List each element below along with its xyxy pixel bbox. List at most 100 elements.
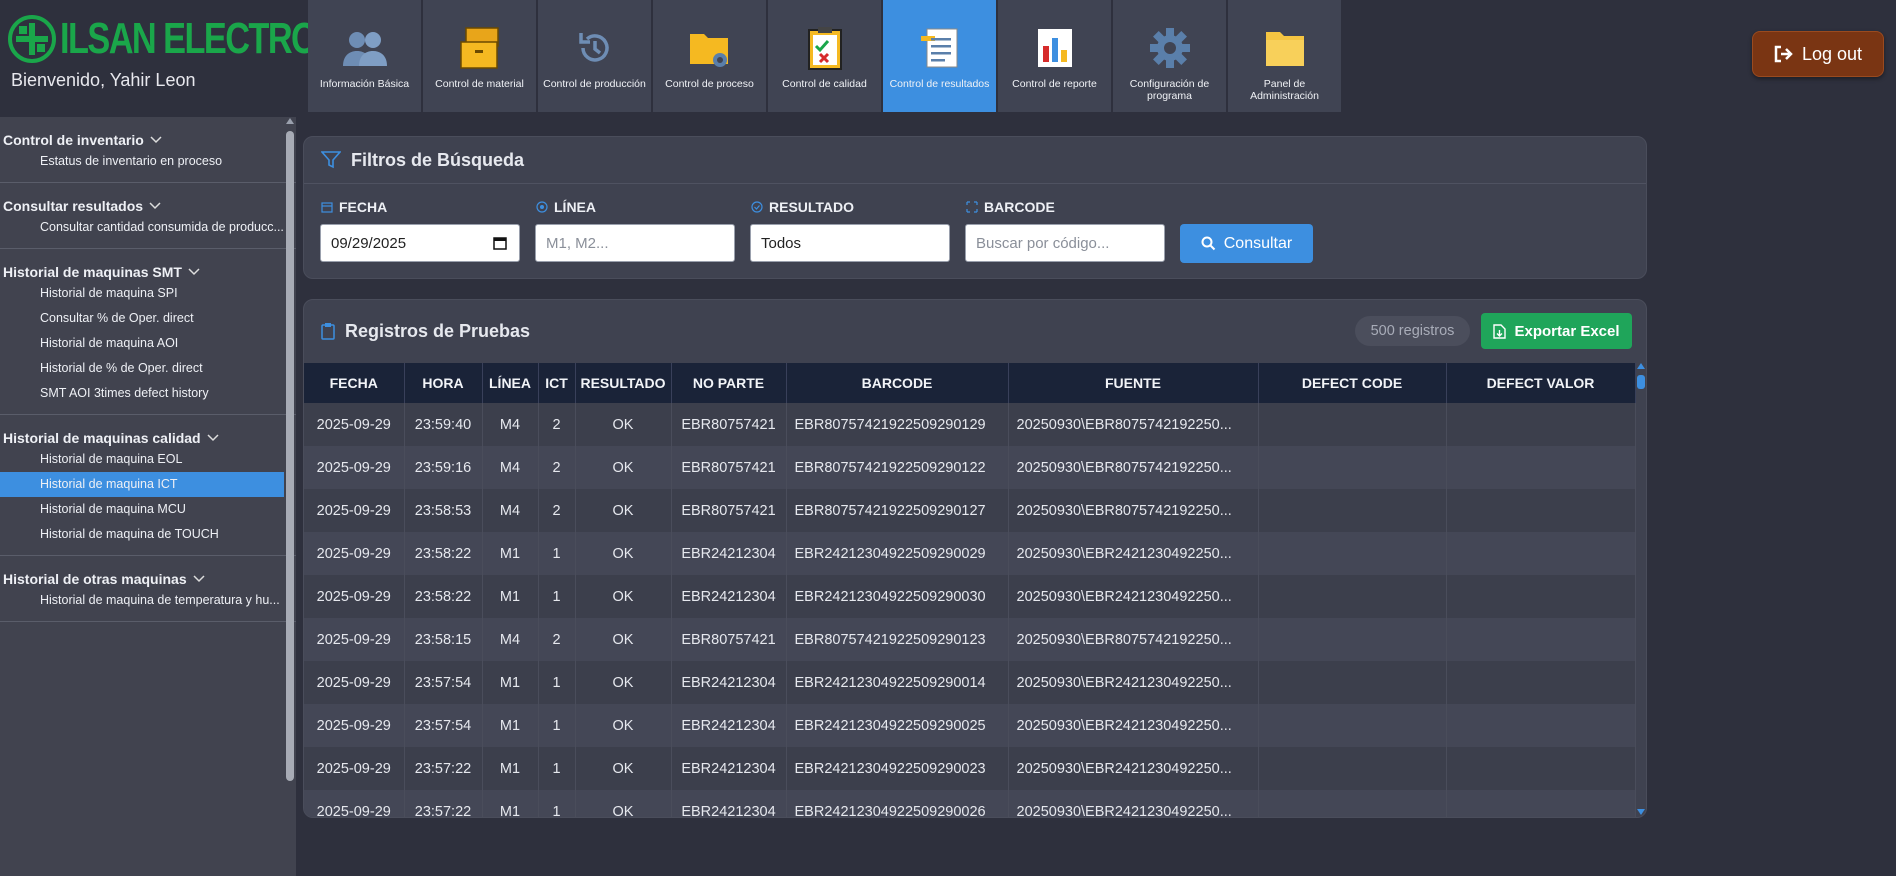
sidebar-section-title[interactable]: Consultar resultados (0, 197, 296, 215)
table-row[interactable]: 2025-09-29 23:57:54 M1 1 OK EBR24212304 EBR242… (304, 704, 1636, 747)
nav-label: Control de resultados (889, 78, 990, 90)
table-row[interactable]: 2025-09-29 23:57:22 M1 1 OK EBR24212304 EBR242… (304, 747, 1636, 790)
table-cell: 2025-09-29 (304, 532, 405, 575)
table-cell: 2 (538, 489, 576, 532)
table-cell: M1 (482, 532, 539, 575)
table-cell: EBR80757421 (671, 618, 787, 661)
table-cell (1446, 747, 1636, 790)
resultado-select[interactable]: Todos (750, 224, 950, 262)
sidebar-section-title[interactable]: Historial de maquinas calidad (0, 429, 296, 447)
nav-control-reporte[interactable]: Control de reporte (998, 0, 1111, 112)
column-header[interactable]: NO PARTE (671, 363, 787, 403)
table-cell: M1 (482, 790, 539, 817)
table-cell: OK (575, 446, 672, 489)
table-row[interactable]: 2025-09-29 23:58:22 M1 1 OK EBR24212304 EBR242… (304, 532, 1636, 575)
nav-label: Panel de Administración (1250, 78, 1319, 102)
sidebar-item[interactable]: Historial de maquina MCU (0, 497, 284, 522)
chevron-down-icon (150, 136, 162, 144)
column-header[interactable]: FUENTE (1008, 363, 1259, 403)
table-row[interactable]: 2025-09-29 23:58:15 M4 2 OK EBR80757421 EBR807… (304, 618, 1636, 661)
history-icon (571, 24, 619, 72)
fecha-date-input[interactable]: 09/29/2025 (320, 224, 520, 262)
table-cell: 20250930\EBR2421230492250... (1008, 747, 1259, 790)
table-row[interactable]: 2025-09-29 23:59:16 M4 2 OK EBR80757421 EBR807… (304, 446, 1636, 489)
table-cell (1258, 446, 1447, 489)
column-header[interactable]: ICT (538, 363, 576, 403)
sidebar-item[interactable]: Consultar cantidad consumida de producc.… (0, 215, 284, 240)
sidebar-item[interactable]: Historial de maquina AOI (0, 331, 284, 356)
table-cell (1446, 489, 1636, 532)
table-cell: 20250930\EBR2421230492250... (1008, 661, 1259, 704)
nav-label: Control de proceso (665, 78, 754, 90)
table-cell: OK (575, 575, 672, 618)
column-header[interactable]: DEFECT VALOR (1446, 363, 1636, 403)
table-cell: EBR24212304922509290030 (786, 575, 1009, 618)
records-panel: Registros de Pruebas 500 registros Expor… (303, 299, 1647, 818)
table-row[interactable]: 2025-09-29 23:59:40 M4 2 OK EBR80757421 EBR807… (304, 403, 1636, 446)
sidebar-item[interactable]: Consultar % de Oper. direct (0, 306, 284, 331)
column-header[interactable]: BARCODE (786, 363, 1009, 403)
table-cell: EBR24212304922509290023 (786, 747, 1009, 790)
nav-control-produccion[interactable]: Control de producción (538, 0, 651, 112)
nav-control-resultados[interactable]: Control de resultados (883, 0, 996, 112)
chevron-down-icon (149, 202, 161, 210)
column-header[interactable]: LÍNEA (482, 363, 539, 403)
table-cell: 23:57:22 (404, 790, 483, 817)
barcode-search-input[interactable]: Buscar por código... (965, 224, 1165, 262)
table-cell: 23:57:54 (404, 704, 483, 747)
table-cell: EBR80757421922509290127 (786, 489, 1009, 532)
table-cell: 1 (538, 747, 576, 790)
records-title: Registros de Pruebas (345, 320, 531, 341)
table-cell (1258, 661, 1447, 704)
nav-control-calidad[interactable]: Control de calidad (768, 0, 881, 112)
table-cell: 23:58:53 (404, 489, 483, 532)
table-cell: M4 (482, 403, 539, 446)
nav-configuracion-programa[interactable]: Configuración de programa (1113, 0, 1226, 112)
sidebar-section-title[interactable]: Control de inventario (0, 131, 296, 149)
table-cell: 20250930\EBR8075742192250... (1008, 489, 1259, 532)
sidebar-item[interactable]: Historial de maquina de TOUCH (0, 522, 284, 547)
table-scrollbar-thumb[interactable] (1637, 375, 1645, 389)
chevron-down-icon (207, 434, 219, 442)
nav-panel-administracion[interactable]: Panel de Administración (1228, 0, 1341, 112)
sidebar-item-active[interactable]: Historial de maquina ICT (0, 472, 284, 497)
sidebar-section-title[interactable]: Historial de otras maquinas (0, 570, 296, 588)
check-circle-icon (751, 201, 763, 213)
sidebar-scroll-up-arrow[interactable] (286, 118, 294, 124)
sidebar-item[interactable]: Historial de maquina SPI (0, 281, 284, 306)
search-icon (1201, 236, 1215, 251)
export-excel-button[interactable]: Exportar Excel (1481, 313, 1632, 349)
sidebar-section-calidad: Historial de maquinas calidad Historial … (0, 415, 296, 556)
sidebar-item[interactable]: SMT AOI 3times defect history (0, 381, 284, 406)
consultar-button[interactable]: Consultar (1180, 224, 1313, 263)
column-header[interactable]: DEFECT CODE (1258, 363, 1447, 403)
table-cell: 1 (538, 532, 576, 575)
sidebar-section-consultar-resultados: Consultar resultados Consultar cantidad … (0, 183, 296, 249)
sidebar-section-title[interactable]: Historial de maquinas SMT (0, 263, 296, 281)
nav-informacion-basica[interactable]: Información Básica (308, 0, 421, 112)
linea-input[interactable]: M1, M2... (535, 224, 735, 262)
column-header[interactable]: FECHA (304, 363, 405, 403)
table-cell: 2025-09-29 (304, 661, 405, 704)
sidebar-item[interactable]: Historial de maquina EOL (0, 447, 284, 472)
sidebar-item[interactable]: Estatus de inventario en proceso (0, 149, 284, 174)
table-row[interactable]: 2025-09-29 23:57:22 M1 1 OK EBR24212304 EBR242… (304, 790, 1636, 817)
records-count-badge: 500 registros (1355, 316, 1470, 346)
nav-label: Información Básica (319, 78, 410, 90)
boxes-icon (456, 24, 504, 72)
logout-button[interactable]: Log out (1752, 31, 1884, 77)
sidebar-item[interactable]: Historial de % de Oper. direct (0, 356, 284, 381)
table-row[interactable]: 2025-09-29 23:58:22 M1 1 OK EBR24212304 EBR242… (304, 575, 1636, 618)
table-scroll-down-arrow[interactable] (1637, 809, 1645, 815)
sidebar-scrollbar-thumb[interactable] (286, 131, 294, 781)
sidebar-item[interactable]: Historial de maquina de temperatura y hu… (0, 588, 284, 613)
table-cell: M1 (482, 747, 539, 790)
calendar-picker-icon[interactable] (493, 236, 507, 250)
table-row[interactable]: 2025-09-29 23:58:53 M4 2 OK EBR80757421 EBR807… (304, 489, 1636, 532)
table-scroll-up-arrow[interactable] (1637, 363, 1645, 369)
column-header[interactable]: RESULTADO (575, 363, 672, 403)
nav-control-proceso[interactable]: Control de proceso (653, 0, 766, 112)
table-row[interactable]: 2025-09-29 23:57:54 M1 1 OK EBR24212304 EBR242… (304, 661, 1636, 704)
column-header[interactable]: HORA (404, 363, 483, 403)
nav-control-material[interactable]: Control de material (423, 0, 536, 112)
